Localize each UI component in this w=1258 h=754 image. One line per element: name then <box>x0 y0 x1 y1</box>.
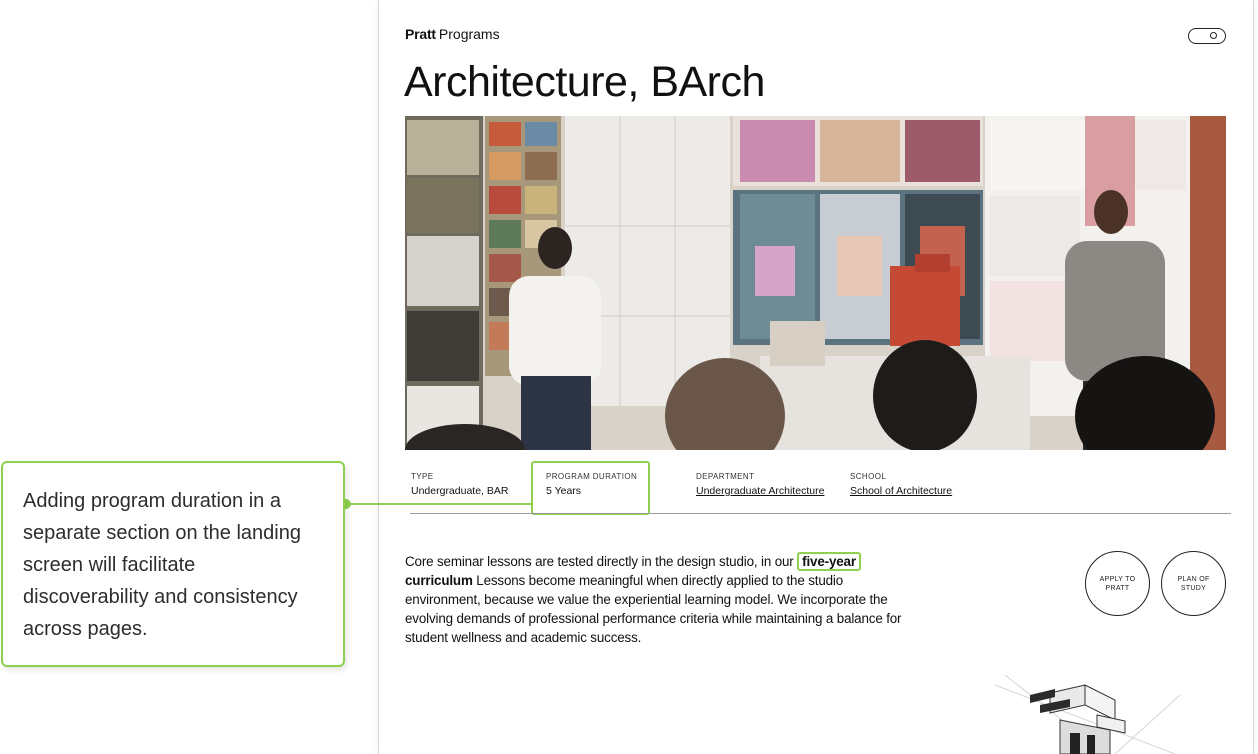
highlight-five-year: five-year <box>797 552 861 571</box>
apply-to-pratt-button[interactable]: APPLY TO PRATT <box>1085 551 1150 616</box>
meta-department: DEPARTMENT Undergraduate Architecture <box>696 472 824 497</box>
meta-type: TYPE Undergraduate, BAR <box>411 472 508 497</box>
annotation-callout: Adding program duration in a separate se… <box>1 461 345 667</box>
hero-image <box>405 116 1226 450</box>
meta-divider <box>410 513 1231 514</box>
description-rest: Lessons become meaningful when directly … <box>405 573 902 645</box>
pratt-logo[interactable]: Pratt <box>405 26 436 42</box>
page-title: Architecture, BArch <box>404 58 765 106</box>
meta-type-value: Undergraduate, BAR <box>411 485 509 497</box>
school-link[interactable]: School of Architecture <box>850 485 952 497</box>
search-button[interactable] <box>1188 28 1226 44</box>
search-icon <box>1210 32 1217 39</box>
axonometric-drawing <box>985 675 1185 754</box>
meta-department-label: DEPARTMENT <box>696 472 755 481</box>
callout-connector-line <box>345 503 532 505</box>
hero-photo-illustration <box>405 116 1226 450</box>
department-link[interactable]: Undergraduate Architecture <box>696 485 824 497</box>
meta-school: SCHOOL School of Architecture <box>850 472 952 497</box>
plan-of-study-button[interactable]: PLAN OF STUDY <box>1161 551 1226 616</box>
section-name[interactable]: Programs <box>439 26 500 42</box>
duration-highlight-box <box>531 461 650 515</box>
highlight-curriculum: curriculum <box>405 573 473 588</box>
program-description: Core seminar lessons are tested directly… <box>405 552 910 647</box>
stage: Pratt Programs Architecture, BArch TYPE … <box>0 0 1258 754</box>
description-intro: Core seminar lessons are tested directly… <box>405 554 798 569</box>
axonometric-illustration <box>994 675 1181 754</box>
brand[interactable]: Pratt Programs <box>405 26 500 42</box>
meta-type-label: TYPE <box>411 472 434 481</box>
meta-school-label: SCHOOL <box>850 472 887 481</box>
